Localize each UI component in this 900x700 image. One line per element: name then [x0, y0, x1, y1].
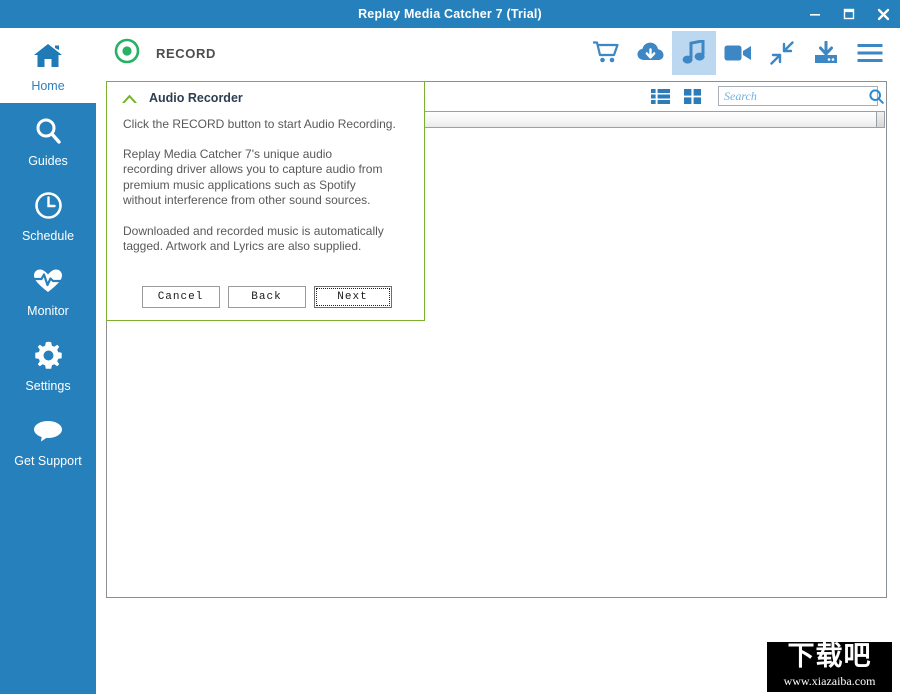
scrollbar-thumb[interactable] — [876, 112, 884, 127]
application-window: Replay Media Catcher 7 (Trial) Home Guid… — [0, 0, 900, 700]
list-view-icon[interactable] — [646, 84, 674, 108]
record-circle-icon[interactable] — [114, 38, 140, 69]
sidebar-item-schedule[interactable]: Schedule — [0, 178, 96, 253]
sidebar-item-settings[interactable]: Settings — [0, 328, 96, 403]
maximize-button[interactable] — [832, 0, 866, 28]
window-title: Replay Media Catcher 7 (Trial) — [358, 7, 542, 21]
cloud-download-icon[interactable] — [628, 31, 672, 75]
record-group[interactable]: RECORD — [114, 38, 216, 69]
watermark-url: www.xiazaiba.com — [783, 674, 876, 688]
audio-recorder-dialog: Audio Recorder Click the RECORD button t… — [106, 81, 425, 321]
cart-icon[interactable] — [584, 31, 628, 75]
gear-icon — [34, 339, 63, 373]
sidebar-item-label: Schedule — [21, 228, 75, 243]
dialog-paragraph-3: Downloaded and recorded music is automat… — [123, 223, 384, 254]
dialog-title: Audio Recorder — [149, 91, 243, 105]
sidebar-item-home[interactable]: Home — [0, 28, 96, 103]
sidebar: Home Guides Schedule Monitor Settings Ge… — [0, 28, 96, 694]
grid-view-icon[interactable] — [678, 84, 706, 108]
sidebar-item-get-support[interactable]: Get Support — [0, 403, 96, 478]
dialog-paragraph-1: Click the RECORD button to start Audio R… — [123, 117, 396, 131]
chevron-up-icon[interactable] — [121, 93, 138, 104]
toolbar-icon-group — [584, 28, 892, 78]
search-icon — [33, 114, 63, 148]
download-tray-icon[interactable] — [804, 31, 848, 75]
cancel-button[interactable]: Cancel — [141, 286, 220, 308]
top-toolbar: RECORD — [96, 28, 900, 78]
search-input[interactable] — [719, 88, 869, 104]
dialog-buttons: Cancel Back Next — [107, 286, 426, 308]
close-button[interactable] — [866, 0, 900, 28]
clock-icon — [34, 189, 63, 223]
collapse-arrows-icon[interactable] — [760, 31, 804, 75]
watermark: 下载吧 www.xiazaiba.com — [767, 642, 892, 692]
speech-bubble-icon — [33, 414, 63, 448]
sidebar-item-label: Guides — [28, 153, 68, 168]
sidebar-item-guides[interactable]: Guides — [0, 103, 96, 178]
search-box[interactable] — [718, 86, 884, 106]
home-icon — [33, 39, 63, 73]
heartbeat-icon — [33, 264, 63, 298]
hamburger-menu-icon[interactable] — [848, 31, 892, 75]
sidebar-item-label: Monitor — [27, 303, 69, 318]
minimize-button[interactable] — [798, 0, 832, 28]
watermark-logo-text: 下载吧 — [787, 642, 872, 672]
back-button[interactable]: Back — [227, 286, 306, 308]
sidebar-item-label: Settings — [25, 378, 71, 393]
next-button[interactable]: Next — [313, 286, 392, 308]
search-magnifier-icon[interactable] — [869, 87, 884, 105]
window-controls — [798, 0, 900, 28]
dialog-paragraph-2: Replay Media Catcher 7's unique audio re… — [123, 146, 383, 208]
music-note-icon[interactable] — [672, 31, 716, 75]
sidebar-item-monitor[interactable]: Monitor — [0, 253, 96, 328]
title-bar: Replay Media Catcher 7 (Trial) — [0, 0, 900, 28]
sidebar-item-label: Get Support — [14, 453, 82, 468]
record-label: RECORD — [156, 45, 216, 61]
sidebar-item-label: Home — [31, 78, 65, 93]
video-camera-icon[interactable] — [716, 31, 760, 75]
dialog-header: Audio Recorder — [107, 82, 424, 105]
